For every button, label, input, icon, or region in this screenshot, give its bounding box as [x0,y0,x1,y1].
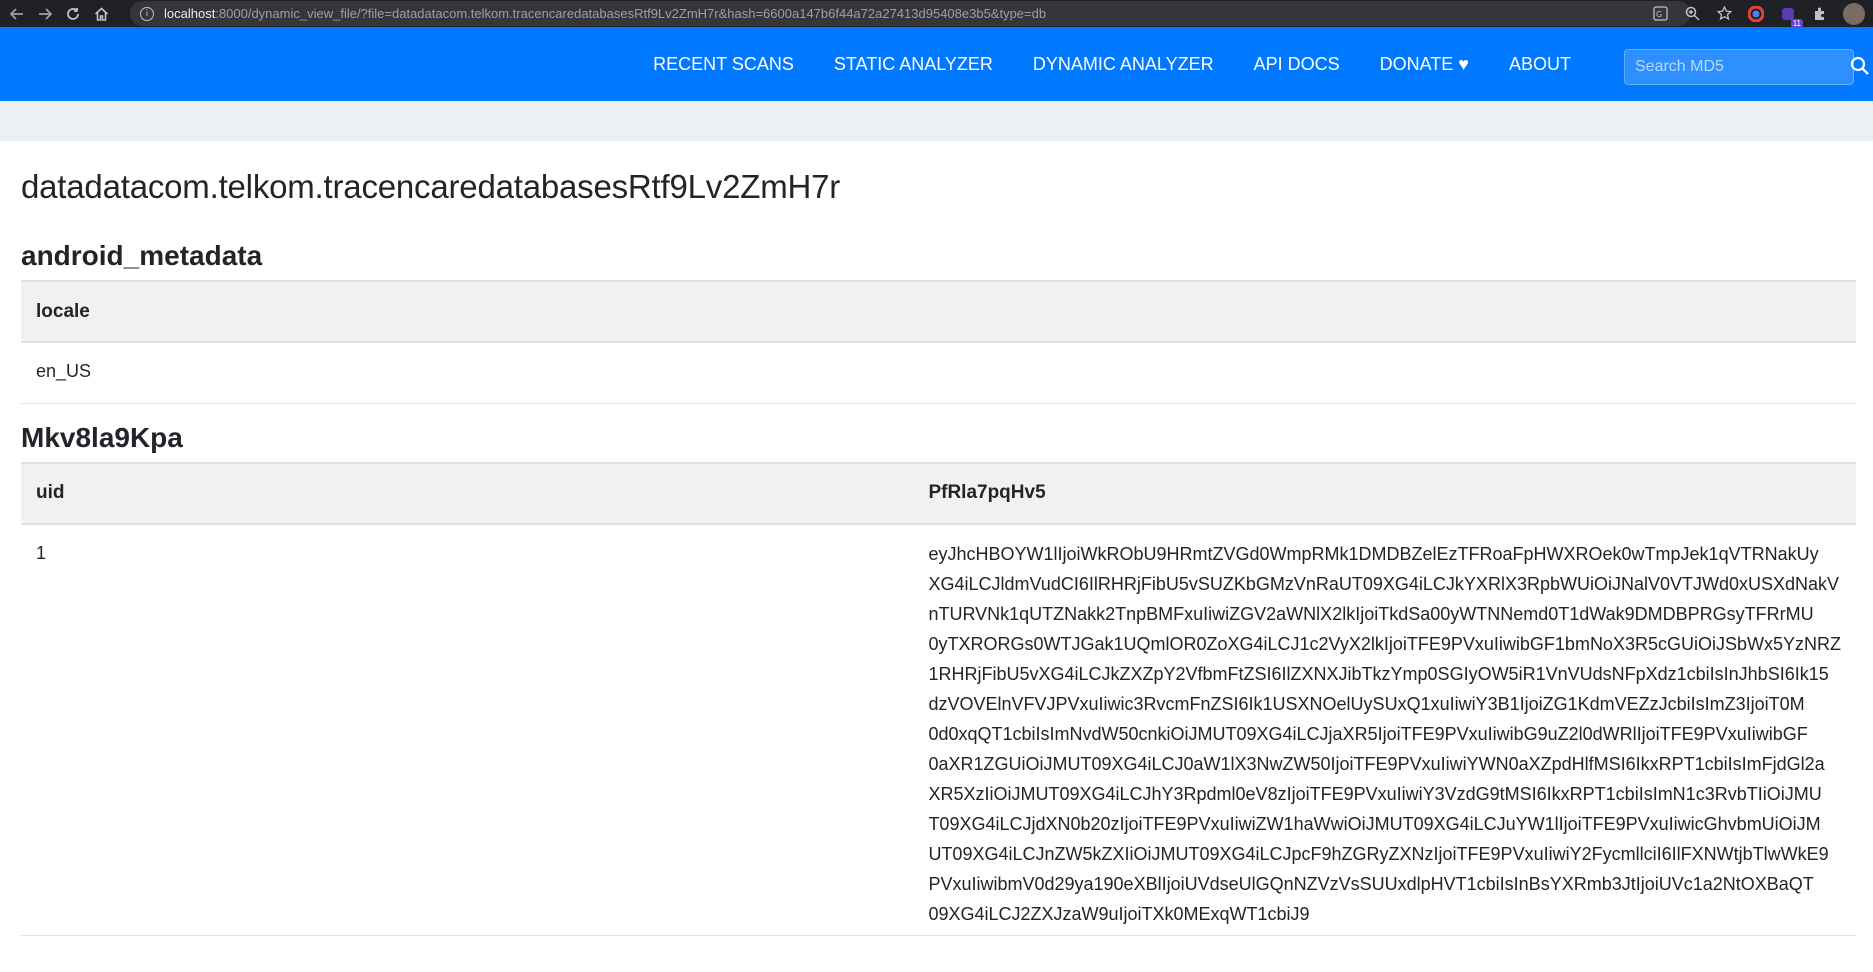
nav-links: RECENT SCANS STATIC ANALYZER DYNAMIC ANA… [633,27,1591,101]
nav-about[interactable]: ABOUT [1489,54,1591,75]
back-arrow-icon[interactable] [6,3,28,25]
page-subheader-band [0,101,1873,141]
column-header-uid: uid [21,461,914,525]
nav-recent-scans[interactable]: RECENT SCANS [633,54,814,75]
column-header-locale: locale [21,280,1856,343]
url-text: localhost:8000/dynamic_view_file/?file=d… [164,6,1047,21]
blob-line: 09XG4iLCJ2ZXJzaW9uIjoiTXk0MExqWT1cbiJ9 [928,903,1310,924]
table-header-row: locale [21,280,1856,343]
blob-line: 1RHRjFibU5vXG4iLCJkZXZpY2VfbmFtZSI6IlZXN… [928,663,1829,684]
translate-icon[interactable]: G [1651,5,1669,23]
blob-line: 0aXR1ZGUiOiJMUT09XG4iLCJ0aW1lX3NwZW50Ijo… [928,753,1825,774]
table-title-mkv8la9kpa: Mkv8la9Kpa [21,421,183,453]
nav-dynamic-analyzer[interactable]: DYNAMIC ANALYZER [1013,54,1234,75]
search-icon[interactable] [1850,56,1870,76]
nav-donate[interactable]: DONATE ♥ [1360,54,1489,75]
blob-line: eyJhcHBOYW1lIjoiWkRObU9HRmtZVGd0WmpRMk1D… [928,543,1819,564]
site-info-icon[interactable]: i [140,6,154,21]
table-mkv8la9kpa: uid PfRla7pqHv5 1 eyJhcHBOYW1lIjoiWkRObU… [21,461,1856,936]
page-title: datadatacom.telkom.tracencaredatabasesRt… [21,168,841,205]
table-title-android-metadata: android_metadata [21,240,263,271]
table-header-row: uid PfRla7pqHv5 [21,461,1856,525]
search-md5-container [1624,49,1854,85]
reload-icon[interactable] [62,3,84,25]
table-row: en_US [21,342,1856,404]
bookmark-star-icon[interactable] [1715,5,1733,23]
column-header-pfrla7pqhv5: PfRla7pqHv5 [913,461,1856,525]
browser-toolbar: i localhost:8000/dynamic_view_file/?file… [0,0,1873,28]
svg-text:G: G [1656,10,1662,19]
extensions-puzzle-icon[interactable] [1811,5,1829,23]
main-content: datadatacom.telkom.tracencaredatabasesRt… [21,141,1856,936]
browser-actions: G 11 [1651,2,1865,28]
blob-line: 0yTXRORGs0WTJGak1UQmlOR0ZoXG4iLCJ1c2VyX2… [928,633,1841,654]
extension-color-icon[interactable] [1747,5,1765,23]
blob-line: nTURVNk1qUTZNakk2TnpBMFxuIiwiZGV2aWNlX2l… [928,603,1814,624]
blob-line: XR5XzIiOiJMUT09XG4iLCJhY3Rpdml0eV8zIjoiT… [928,783,1822,804]
nav-static-analyzer[interactable]: STATIC ANALYZER [814,54,1013,75]
table-cell-uid: 1 [21,523,914,936]
blob-line: XG4iLCJldmVudCI6IlRHRjFibU5vSUZKbGMzVnRa… [928,573,1840,594]
nav-api-docs[interactable]: API DOCS [1234,54,1360,75]
blob-line: T09XG4iLCJjdXN0b20zIjoiTFE9PVxuIiwiZW1ha… [928,813,1821,834]
table-row: 1 eyJhcHBOYW1lIjoiWkRObU9HRmtZVGd0WmpRMk… [21,523,1856,936]
extension-badge-icon[interactable]: 11 [1779,5,1803,28]
address-bar[interactable]: i localhost:8000/dynamic_view_file/?file… [130,1,1690,26]
table-android-metadata: locale en_US [21,280,1856,404]
blob-line: UT09XG4iLCJnZW5kZXIiOiJMUT09XG4iLCJpcF9h… [928,843,1829,864]
blob-line: dzVOVElnVFVJPVxuIiwic3RvcmFnZSI6Ik1USXNO… [928,693,1805,714]
profile-avatar[interactable] [1843,2,1865,25]
search-md5-input[interactable] [1625,50,1853,84]
forward-arrow-icon[interactable] [34,3,56,25]
app-navbar: RECENT SCANS STATIC ANALYZER DYNAMIC ANA… [0,27,1873,101]
zoom-icon[interactable] [1683,5,1701,23]
home-icon[interactable] [90,3,112,25]
table-cell-blob: eyJhcHBOYW1lIjoiWkRObU9HRmtZVGd0WmpRMk1D… [913,523,1856,936]
table-cell-locale: en_US [21,342,1856,404]
blob-line: 0d0xqQT1cbiIsImNvdW50cnkiOiJMUT09XG4iLCJ… [928,723,1808,744]
blob-line: PVxuIiwibmV0d29ya190eXBlIjoiUVdseUlGQnNZ… [928,873,1814,894]
